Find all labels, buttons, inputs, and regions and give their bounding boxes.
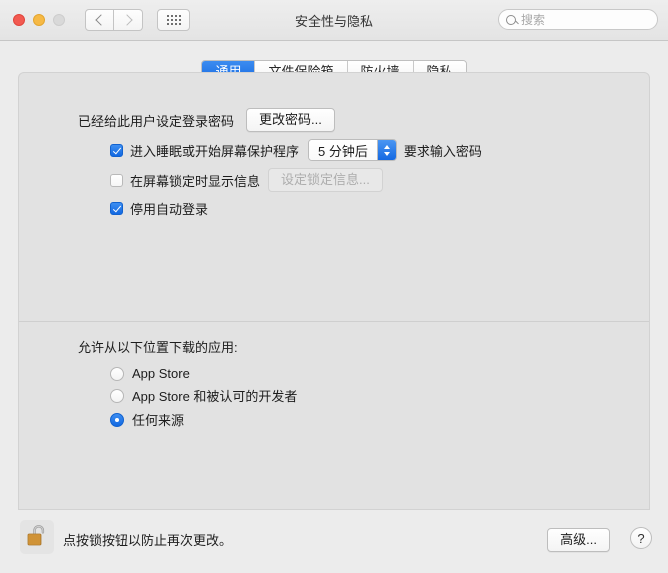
footer-bar: 点按锁按钮以防止再次更改。 高级... ? bbox=[0, 510, 668, 573]
section-divider bbox=[19, 321, 649, 322]
system-preferences-window: 安全性与隐私 搜索 通用 文件保险箱 防火墙 隐私 已经给此用户设定登录密码 更… bbox=[0, 0, 668, 573]
radio-app-store-identified-developers[interactable]: App Store 和被认可的开发者 bbox=[110, 386, 297, 405]
preferences-panel: 已经给此用户设定登录密码 更改密码... 进入睡眠或开始屏幕保护程序 5 分钟后… bbox=[18, 72, 650, 510]
chevron-right-icon bbox=[120, 14, 133, 26]
search-icon bbox=[506, 14, 516, 25]
identified-developers-label: App Store 和被认可的开发者 bbox=[132, 389, 298, 404]
chevron-left-icon bbox=[95, 14, 107, 26]
radio-anywhere[interactable]: 任何来源 bbox=[110, 410, 297, 429]
download-sources-title: 允许从以下位置下载的应用: bbox=[78, 340, 238, 355]
download-sources-section: 允许从以下位置下载的应用: App Store App Store 和被认可的开… bbox=[78, 337, 297, 434]
unlocked-padlock-icon bbox=[27, 525, 45, 546]
disable-auto-login-label: 停用自动登录 bbox=[130, 202, 209, 217]
disable-auto-login-row: 停用自动登录 bbox=[110, 199, 482, 218]
advanced-button[interactable]: 高级... bbox=[547, 528, 610, 552]
password-status-row: 已经给此用户设定登录密码 更改密码... bbox=[78, 108, 335, 132]
search-input[interactable]: 搜索 bbox=[498, 9, 658, 30]
password-delay-value: 5 分钟后 bbox=[309, 140, 377, 160]
show-lock-message-checkbox[interactable] bbox=[110, 173, 123, 187]
lock-button[interactable] bbox=[20, 520, 54, 554]
password-status-label: 已经给此用户设定登录密码 bbox=[78, 113, 235, 129]
app-store-label: App Store bbox=[132, 366, 190, 381]
radio-app-store[interactable]: App Store bbox=[110, 366, 297, 381]
require-password-checkbox[interactable] bbox=[110, 143, 123, 157]
app-store-radio[interactable] bbox=[110, 366, 124, 381]
title-bar: 安全性与隐私 搜索 bbox=[0, 0, 668, 41]
stepper-icon[interactable] bbox=[376, 140, 396, 160]
anywhere-label: 任何来源 bbox=[132, 413, 185, 428]
minimize-button[interactable] bbox=[33, 14, 45, 26]
show-all-button[interactable] bbox=[157, 9, 190, 31]
search-placeholder: 搜索 bbox=[521, 13, 546, 27]
change-password-button[interactable]: 更改密码... bbox=[246, 108, 335, 132]
traffic-lights bbox=[13, 14, 65, 26]
require-password-label: 进入睡眠或开始屏幕保护程序 bbox=[130, 143, 300, 159]
help-button[interactable]: ? bbox=[630, 527, 652, 549]
set-lock-message-button: 设定锁定信息... bbox=[268, 168, 383, 192]
close-button[interactable] bbox=[13, 14, 25, 26]
navigation-buttons bbox=[85, 9, 143, 31]
security-options-list: 进入睡眠或开始屏幕保护程序 5 分钟后 要求输入密码 在屏幕锁定时显示信息 设定… bbox=[110, 139, 482, 225]
show-lock-message-row: 在屏幕锁定时显示信息 设定锁定信息... bbox=[110, 168, 482, 192]
lock-message: 点按锁按钮以防止再次更改。 bbox=[63, 533, 233, 548]
require-password-suffix: 要求输入密码 bbox=[403, 143, 482, 159]
zoom-button bbox=[53, 14, 65, 26]
disable-auto-login-checkbox[interactable] bbox=[110, 202, 123, 215]
require-password-row: 进入睡眠或开始屏幕保护程序 5 分钟后 要求输入密码 bbox=[110, 139, 482, 161]
anywhere-radio[interactable] bbox=[110, 412, 124, 427]
grid-icon bbox=[166, 15, 181, 25]
show-lock-message-label: 在屏幕锁定时显示信息 bbox=[130, 173, 261, 189]
back-button[interactable] bbox=[85, 9, 114, 31]
identified-developers-radio[interactable] bbox=[110, 388, 124, 403]
forward-button[interactable] bbox=[114, 9, 143, 31]
password-delay-select[interactable]: 5 分钟后 bbox=[308, 139, 397, 161]
